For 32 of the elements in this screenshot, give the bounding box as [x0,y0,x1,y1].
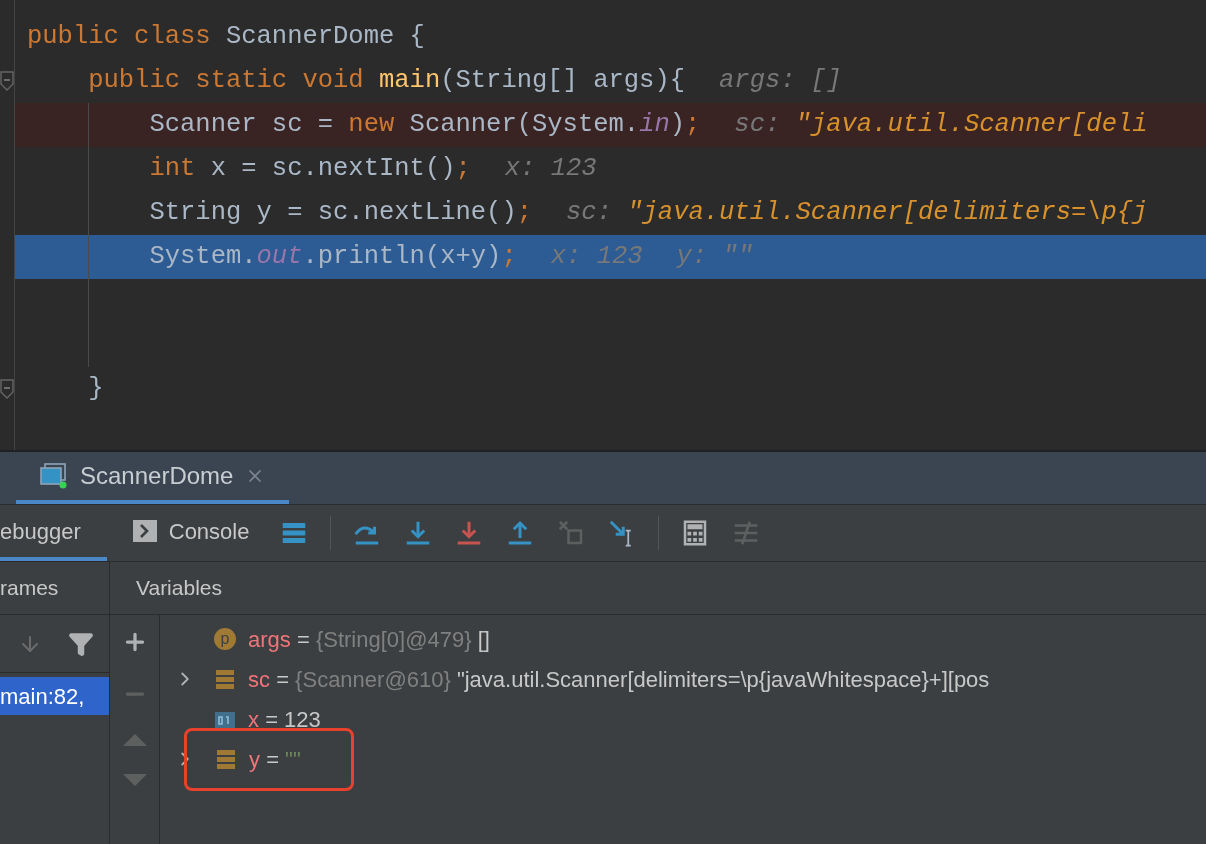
code-line: } [87,372,104,405]
parameter-icon: p [214,628,236,650]
run-tab-title: ScannerDome [80,461,234,491]
code-line: Scanner sc = new Scanner(System.in); [148,108,701,141]
fold-marker-icon[interactable] [0,71,14,91]
inline-value-hint: y: "" [676,240,754,273]
inline-value-hint: args: [] [719,64,842,97]
move-up-icon[interactable] [121,733,148,747]
code-line: public static void main(String[] args){ [87,64,686,97]
inline-value-hint: x: 123 [550,240,643,273]
inline-value-hint: sc: "java.util.Scanner[delimiters=\p{j [566,196,1148,229]
field-icon [215,748,237,770]
fold-marker-icon[interactable] [0,379,14,399]
variables-header: Variables [136,575,222,602]
variable-entry[interactable]: x = 123 [248,702,321,736]
stack-frame[interactable]: main:82, [0,677,109,715]
variable-entry[interactable]: args = {String[0]@479} [] [248,622,490,656]
debugger-tab[interactable]: Console [106,505,276,561]
code-line: public class ScannerDome { [27,20,425,53]
code-line: System.out.println(x+y); [148,240,517,273]
inline-value-hint: x: 123 [504,152,597,185]
field-icon [214,668,236,690]
variable-entry[interactable]: sc = {Scanner@610} "java.util.Scanner[delimiters=\p{javaWhitespace}+][pos [248,662,990,696]
console-prompt-icon [132,520,157,542]
variable-entry[interactable]: y = "" [249,742,301,776]
code-line: int x = sc.nextInt(); [148,152,471,185]
code-line: String y = sc.nextLine(); [148,196,532,229]
console-window-icon [40,463,68,489]
inline-value-hint: sc: "java.util.Scanner[deli [734,108,1148,141]
move-down-icon[interactable] [121,773,148,787]
filter-icon[interactable] [68,630,94,657]
frames-header: rames [0,575,59,602]
